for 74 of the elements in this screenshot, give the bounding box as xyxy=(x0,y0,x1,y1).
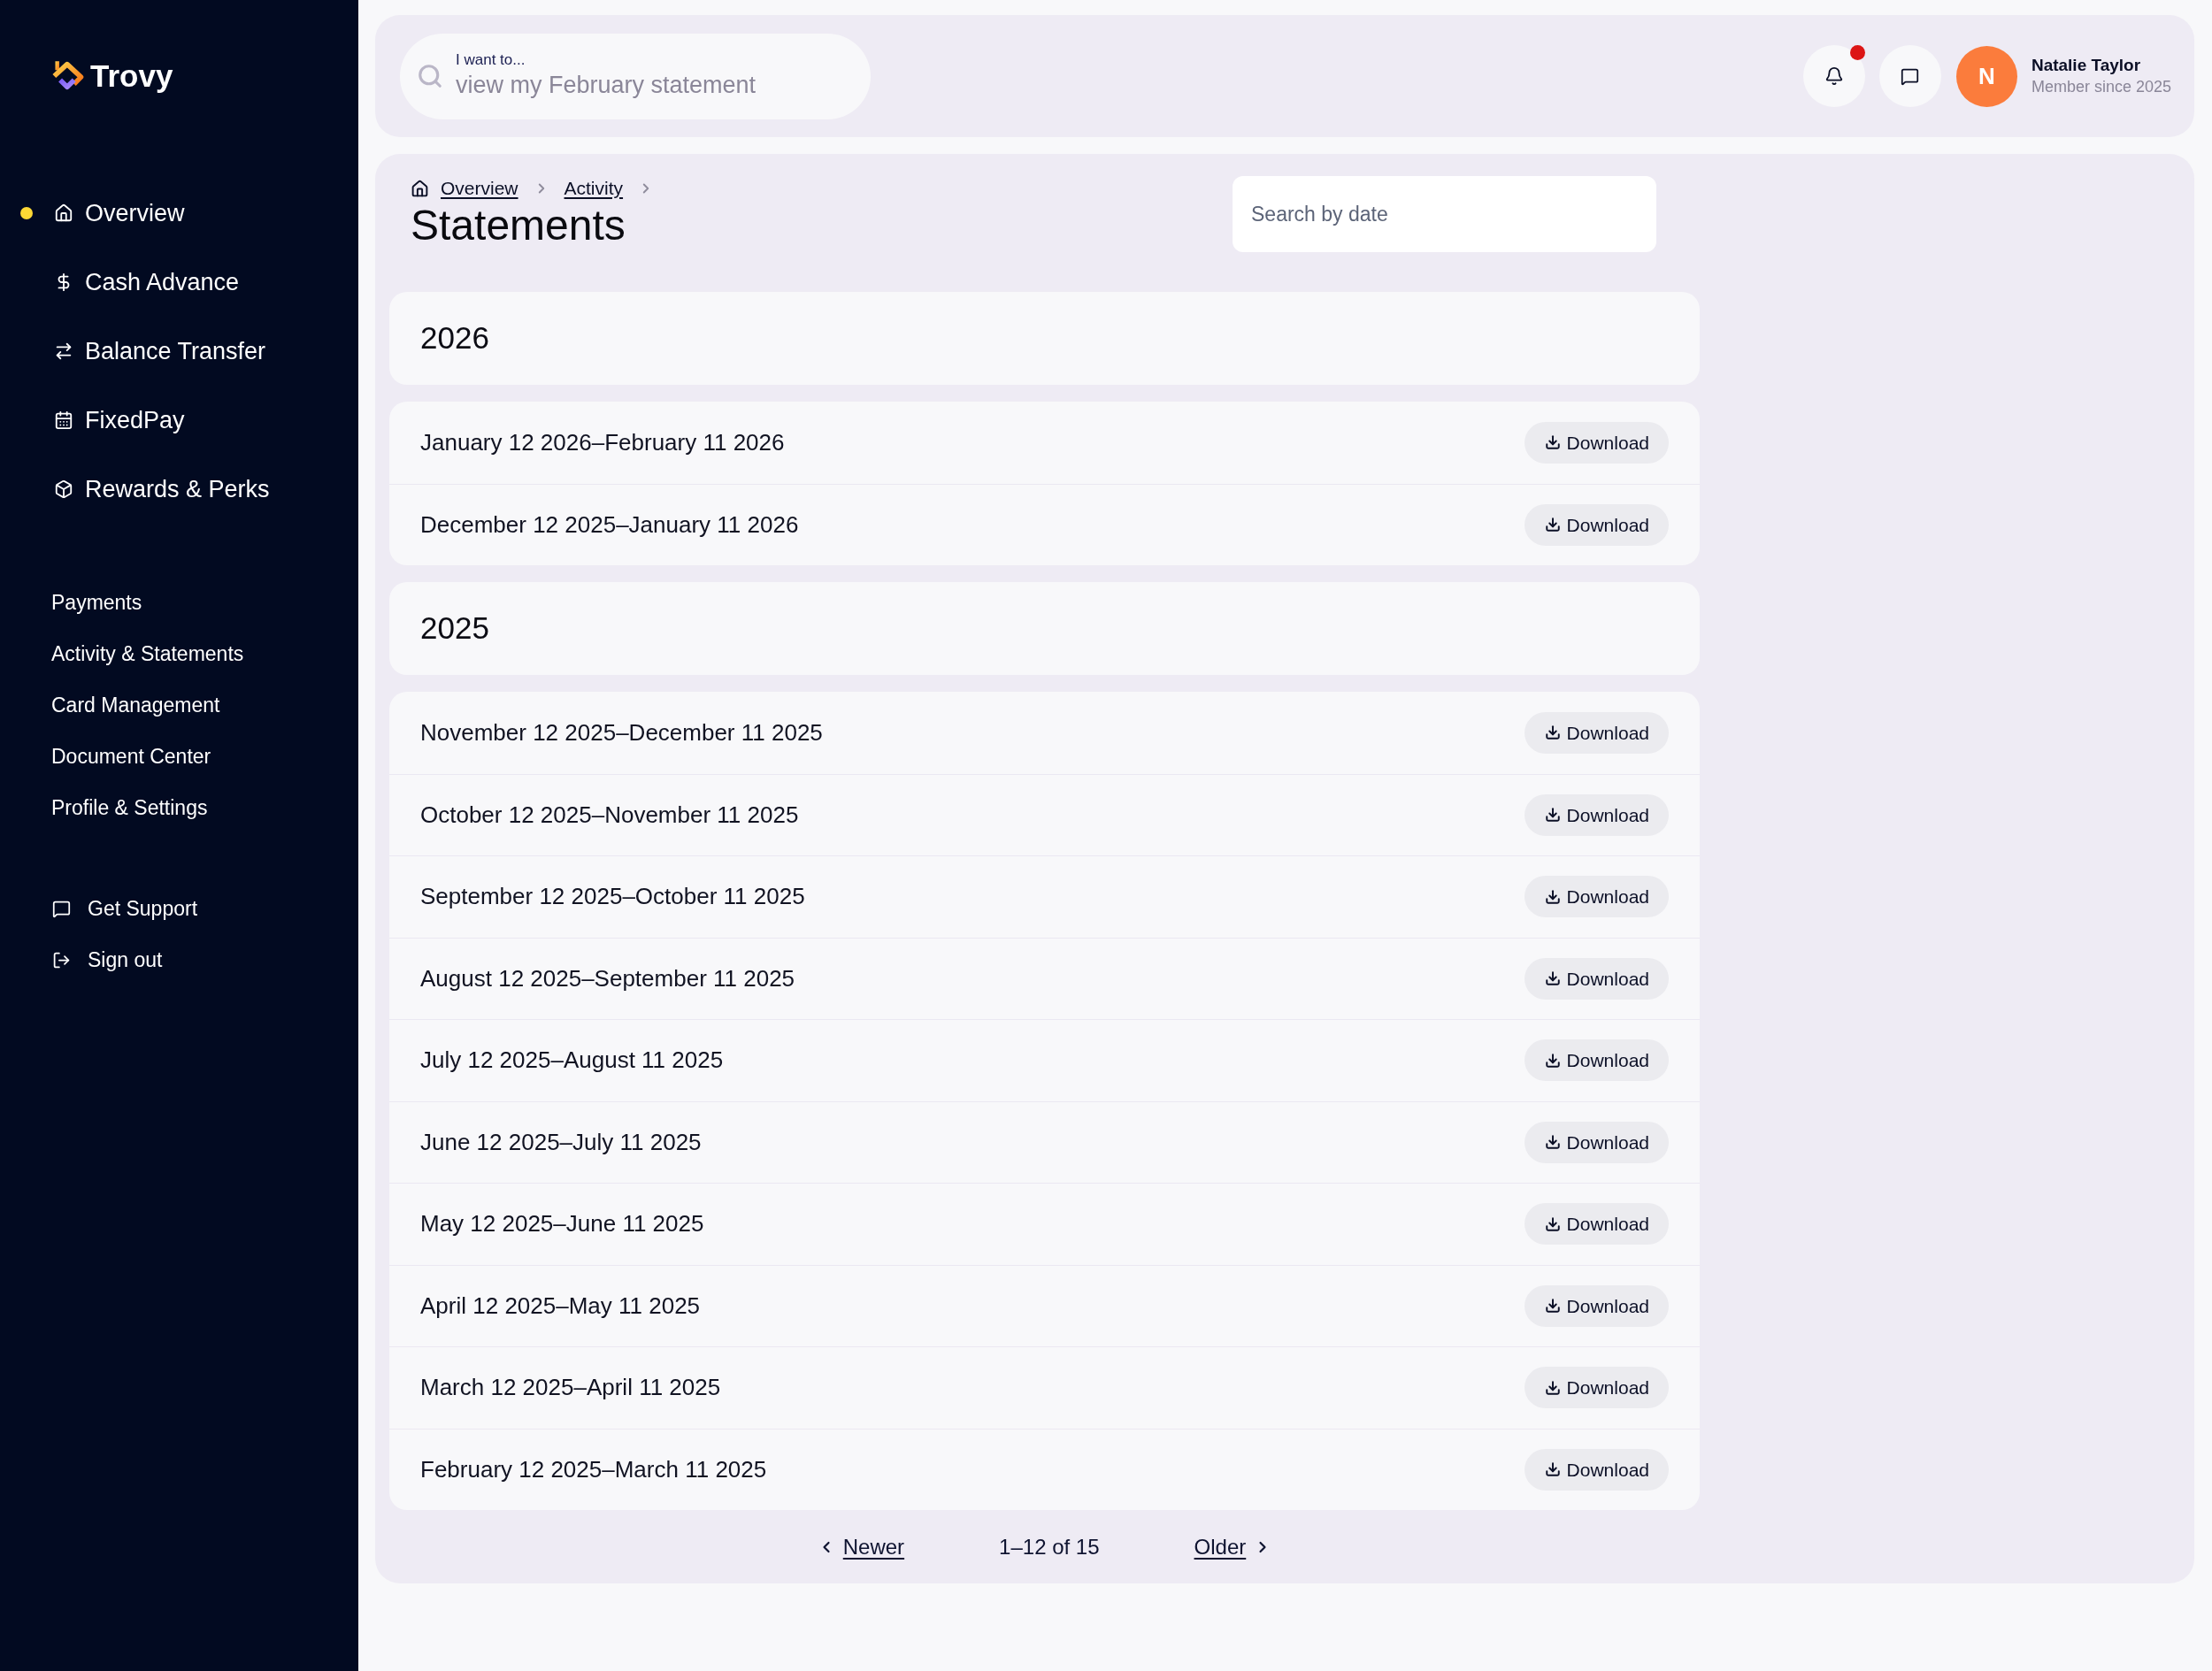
page-title: Statements xyxy=(411,201,626,250)
download-icon xyxy=(1544,1215,1561,1232)
nav-link[interactable]: Sign out xyxy=(52,947,163,973)
statement-period: April 12 2025–May 11 2025 xyxy=(420,1291,701,1321)
statement-period: October 12 2025–November 11 2025 xyxy=(420,800,799,830)
statement-period: May 12 2025–June 11 2025 xyxy=(420,1209,704,1239)
date-search-field[interactable]: Search by date xyxy=(1233,176,1656,252)
breadcrumb-link[interactable]: Activity xyxy=(564,174,624,203)
older-link[interactable]: Older xyxy=(1194,1534,1272,1560)
page-range: 1–12 of 15 xyxy=(999,1534,1100,1560)
nav-link[interactable]: Activity & Statements xyxy=(51,640,244,667)
chat-bubble-icon xyxy=(52,899,71,918)
download-icon xyxy=(1544,434,1561,451)
statement-period: September 12 2025–October 11 2025 xyxy=(420,882,805,912)
nav-link[interactable]: Payments xyxy=(51,589,142,616)
statement-period: November 12 2025–December 11 2025 xyxy=(420,717,823,747)
nav-link[interactable]: Card Management xyxy=(51,692,220,718)
download-button[interactable]: Download xyxy=(1524,1203,1669,1246)
download-button[interactable]: Download xyxy=(1524,1039,1669,1082)
download-icon xyxy=(1544,1461,1561,1478)
download-icon xyxy=(1544,517,1561,533)
logo-mark-icon xyxy=(51,60,85,92)
download-icon xyxy=(1544,1134,1561,1151)
download-icon xyxy=(1544,807,1561,824)
home-icon xyxy=(411,179,429,198)
statement-period: June 12 2025–July 11 2025 xyxy=(420,1127,702,1157)
download-icon xyxy=(1544,888,1561,905)
statement-period: December 12 2025–January 11 2026 xyxy=(420,510,799,540)
download-button[interactable]: Download xyxy=(1524,1448,1669,1491)
home-icon xyxy=(54,203,73,223)
newer-link[interactable]: Newer xyxy=(817,1534,905,1560)
search-label: I want to... xyxy=(456,51,526,69)
nav-link[interactable]: Cash Advance xyxy=(54,267,240,297)
year-heading: 2025 xyxy=(420,609,489,648)
year-heading: 2026 xyxy=(420,319,489,357)
download-icon xyxy=(1544,1298,1561,1315)
download-icon xyxy=(1544,1052,1561,1069)
statement-period: March 12 2025–April 11 2025 xyxy=(420,1373,721,1403)
download-button[interactable]: Download xyxy=(1524,711,1669,754)
search-field[interactable]: I want to... view my February statement xyxy=(400,33,871,119)
download-button[interactable]: Download xyxy=(1524,1284,1669,1327)
calendar-icon xyxy=(54,410,73,430)
nav-link[interactable]: Document Center xyxy=(51,743,211,770)
download-button[interactable]: Download xyxy=(1524,793,1669,836)
download-button[interactable]: Download xyxy=(1524,957,1669,1000)
sign-out-icon xyxy=(52,950,71,970)
nav-link[interactable]: Profile & Settings xyxy=(51,794,208,821)
nav-link[interactable]: Get Support xyxy=(52,895,198,922)
nav-link[interactable]: Rewards & Perks xyxy=(54,474,270,504)
chat-bubble-icon xyxy=(1901,66,1920,86)
download-button[interactable]: Download xyxy=(1524,1121,1669,1163)
statement-period: July 12 2025–August 11 2025 xyxy=(420,1046,724,1076)
brand-name: Trovy xyxy=(90,58,173,94)
statement-period: January 12 2026–February 11 2026 xyxy=(420,427,785,457)
cube-icon xyxy=(54,479,73,499)
nav-link[interactable]: FixedPay xyxy=(54,405,185,435)
statement-period: August 12 2025–September 11 2025 xyxy=(420,963,795,993)
transfer-arrows-icon xyxy=(54,341,73,361)
download-button[interactable]: Download xyxy=(1524,503,1669,546)
breadcrumb-link[interactable]: Overview xyxy=(441,174,518,203)
download-button[interactable]: Download xyxy=(1524,421,1669,464)
download-icon xyxy=(1544,970,1561,987)
nav-link[interactable]: Balance Transfer xyxy=(54,336,266,366)
bell-icon xyxy=(1824,66,1844,86)
download-button[interactable]: Download xyxy=(1524,1367,1669,1409)
download-icon xyxy=(1544,1379,1561,1396)
statement-period: February 12 2025–March 11 2025 xyxy=(420,1454,767,1484)
nav-link[interactable]: Overview xyxy=(54,198,185,228)
download-icon xyxy=(1544,724,1561,741)
search-input[interactable]: view my February statement xyxy=(456,69,774,101)
member-since-text: Member since 2025 xyxy=(2031,77,2171,97)
user-name: Natalie Taylor xyxy=(2031,55,2142,76)
download-button[interactable]: Download xyxy=(1524,876,1669,918)
search-icon xyxy=(417,63,443,89)
